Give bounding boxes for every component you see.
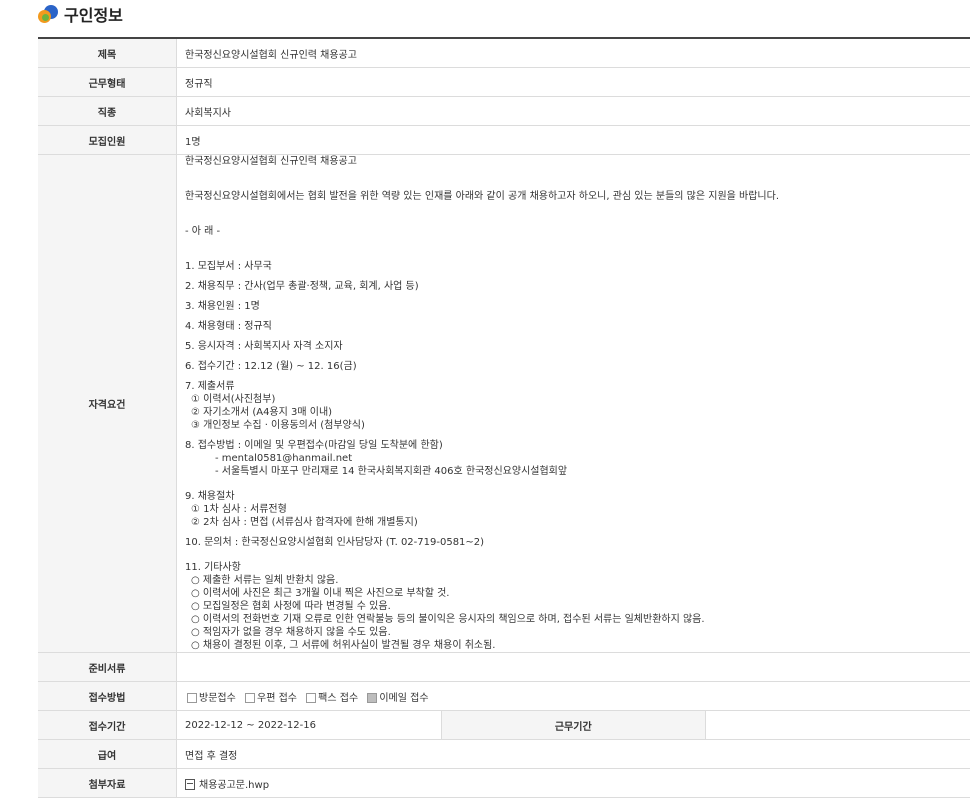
value-title: 한국정신요양시설협회 신규인력 채용공고 bbox=[176, 37, 970, 68]
label-salary: 급여 bbox=[38, 739, 177, 769]
method-option-mail: 우편 접수 bbox=[243, 692, 297, 704]
value-documents bbox=[176, 652, 970, 682]
value-salary: 면접 후 결정 bbox=[176, 739, 970, 769]
req-line: ○ 채용이 결정된 이후, 그 서류에 허위사실이 발견될 경우 채용이 취소됨… bbox=[191, 640, 496, 651]
req-line: 3. 채용인원 : 1명 bbox=[185, 301, 260, 312]
req-line: - mental0581@hanmail.net bbox=[215, 453, 353, 464]
req-line: 5. 응시자격 : 사회복지사 자격 소지자 bbox=[185, 341, 343, 352]
req-line: 8. 접수방법 : 이메일 및 우편접수(마감일 당일 도착분에 한함) bbox=[185, 440, 443, 451]
fax-checkbox bbox=[306, 692, 317, 703]
row-title: 제목 한국정신요양시설협회 신규인력 채용공고 bbox=[38, 37, 970, 68]
label-title: 제목 bbox=[38, 37, 177, 68]
job-posting-page: 구인정보 제목 한국정신요양시설협회 신규인력 채용공고 근무형태 정규직 직종… bbox=[0, 0, 974, 798]
value-headcount: 1명 bbox=[176, 125, 970, 155]
row-attachment: 첨부자료 채용공고문.hwp bbox=[38, 768, 970, 798]
req-line: ③ 개인정보 수집 · 이용동의서 (첨부양식) bbox=[191, 420, 365, 431]
value-job: 사회복지사 bbox=[176, 96, 970, 126]
row-job: 직종 사회복지사 bbox=[38, 96, 970, 126]
req-line: ○ 이력서에 사진은 최근 3개월 이내 찍은 사진으로 부착할 것. bbox=[191, 588, 450, 599]
logo-icon bbox=[38, 4, 58, 24]
visit-checkbox bbox=[187, 692, 197, 703]
label-documents: 준비서류 bbox=[38, 652, 177, 682]
method-option-visit: 방문접수 bbox=[185, 692, 236, 704]
job-info-table: 제목 한국정신요양시설협회 신규인력 채용공고 근무형태 정규직 직종 사회복지… bbox=[38, 37, 970, 798]
method-option-email: 이메일 접수 bbox=[365, 692, 429, 704]
value-method: 방문접수 우편 접수 팩스 접수 이메일 접수 bbox=[176, 681, 970, 711]
req-line: ○ 모집일정은 협회 사정에 따라 변경될 수 있음. bbox=[191, 601, 391, 612]
row-documents: 준비서류 bbox=[38, 652, 970, 682]
value-period: 2022-12-12 ~ 2022-12-16 bbox=[176, 710, 441, 740]
label-work-type: 근무형태 bbox=[38, 67, 177, 97]
value-work-type: 정규직 bbox=[176, 67, 970, 97]
req-line: 9. 채용절차 bbox=[185, 491, 235, 502]
label-period: 접수기간 bbox=[38, 710, 177, 740]
req-line: 7. 제출서류 bbox=[185, 381, 235, 392]
row-salary: 급여 면접 후 결정 bbox=[38, 739, 970, 769]
req-line: ○ 제출한 서류는 일체 반환치 않음. bbox=[191, 575, 339, 586]
section-title: 구인정보 bbox=[64, 6, 123, 25]
req-line: ○ 이력서의 전화번호 기재 오류로 인한 연락불능 등의 불이익은 응시자의 … bbox=[191, 614, 705, 625]
row-requirements: 자격요건 한국정신요양시설협회 신규인력 채용공고 한국정신요양시설협회에서는 … bbox=[38, 154, 970, 653]
req-line: 10. 문의처 : 한국정신요양시설협회 인사담당자 (T. 02-719-05… bbox=[185, 537, 485, 548]
section-header: 구인정보 bbox=[38, 0, 123, 28]
value-requirements: 한국정신요양시설협회 신규인력 채용공고 한국정신요양시설협회에서는 협회 발전… bbox=[176, 154, 970, 653]
req-line: 11. 기타사항 bbox=[185, 562, 241, 573]
req-line: 6. 접수기간 : 12.12 (월) ~ 12. 16(금) bbox=[185, 361, 357, 372]
value-attachment: 채용공고문.hwp bbox=[176, 768, 970, 798]
req-line: - 서울특별시 마포구 만리재로 14 한국사회복지회관 406호 한국정신요양… bbox=[215, 466, 568, 477]
req-line: ○ 적임자가 없을 경우 채용하지 않을 수도 있음. bbox=[191, 627, 391, 638]
row-work-type: 근무형태 정규직 bbox=[38, 67, 970, 97]
req-line: 4. 채용형태 : 정규직 bbox=[185, 321, 272, 332]
label-attachment: 첨부자료 bbox=[38, 768, 177, 798]
row-method: 접수방법 방문접수 우편 접수 팩스 접수 이메일 접수 bbox=[38, 681, 970, 711]
req-line: 한국정신요양시설협회 신규인력 채용공고 bbox=[185, 156, 357, 167]
req-line: 2. 채용직무 : 간사(업무 총괄·정책, 교육, 회계, 사업 등) bbox=[185, 281, 419, 292]
value-work-period bbox=[705, 710, 970, 740]
email-checkbox bbox=[367, 692, 378, 703]
req-line: 한국정신요양시설협회에서는 협회 발전을 위한 역량 있는 인재를 아래와 같이… bbox=[185, 191, 779, 202]
req-line: ① 이력서(사진첨부) bbox=[191, 394, 276, 405]
label-headcount: 모집인원 bbox=[38, 125, 177, 155]
mail-checkbox bbox=[245, 692, 255, 703]
method-option-fax: 팩스 접수 bbox=[304, 692, 358, 704]
req-line: ② 2차 심사 : 면접 (서류심사 합격자에 한해 개별통지) bbox=[191, 517, 418, 528]
req-line: ① 1차 심사 : 서류전형 bbox=[191, 504, 287, 515]
label-requirements: 자격요건 bbox=[38, 154, 177, 653]
label-job: 직종 bbox=[38, 96, 177, 126]
attachment-link[interactable]: 채용공고문.hwp bbox=[199, 780, 269, 791]
row-period: 접수기간 2022-12-12 ~ 2022-12-16 근무기간 bbox=[38, 710, 970, 740]
req-line: ② 자기소개서 (A4용지 3매 이내) bbox=[191, 407, 333, 418]
label-work-period: 근무기간 bbox=[440, 710, 706, 740]
req-line: - 아 래 - bbox=[185, 226, 221, 237]
req-line: 1. 모집부서 : 사무국 bbox=[185, 261, 272, 272]
file-icon bbox=[185, 779, 195, 790]
label-method: 접수방법 bbox=[38, 681, 177, 711]
row-headcount: 모집인원 1명 bbox=[38, 125, 970, 155]
